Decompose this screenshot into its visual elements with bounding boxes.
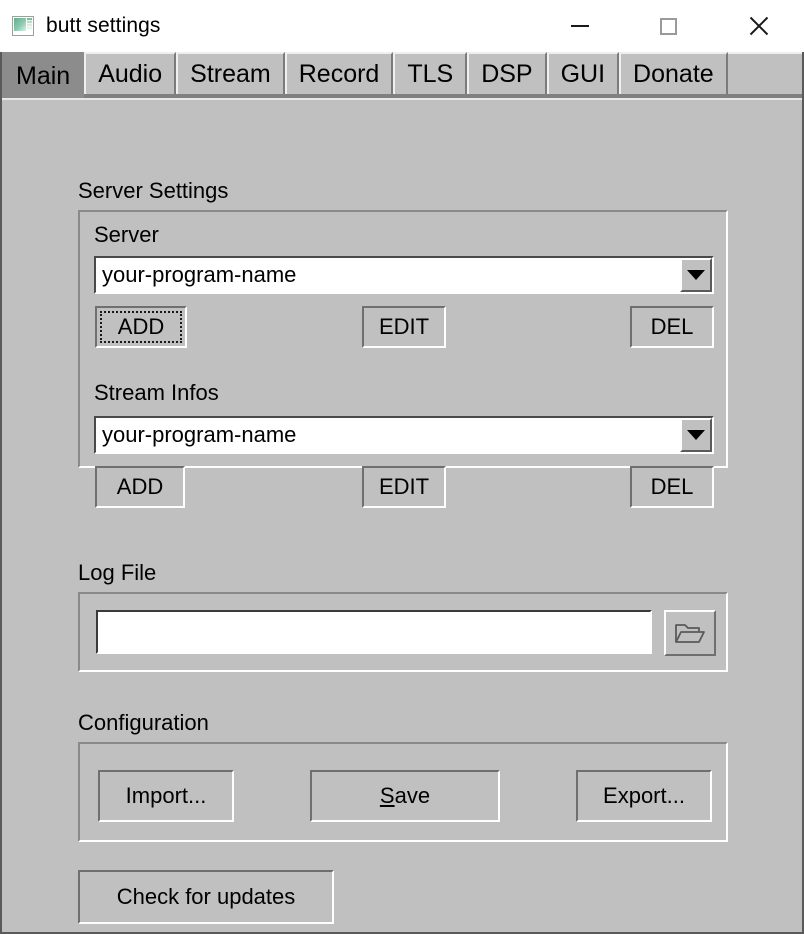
configuration-group: Import... Save Export... [78,742,728,842]
save-label-suffix: ave [394,783,431,808]
log-file-browse-button[interactable] [664,610,716,656]
stream-infos-edit-label: EDIT [378,474,430,499]
tab-label: Donate [633,59,714,88]
server-edit-button[interactable]: EDIT [362,306,446,348]
server-del-label: DEL [650,314,694,339]
save-label: Save [380,783,430,809]
stream-infos-add-label: ADD [116,474,164,499]
tab-donate[interactable]: Donate [619,52,728,94]
server-combobox-value: your-program-name [102,262,297,287]
window-title: butt settings [46,14,161,37]
stream-infos-del-button[interactable]: DEL [630,466,714,508]
tab-bar-filler [727,52,802,94]
tab-label: DSP [481,59,533,88]
configuration-label: Configuration [78,710,209,735]
close-icon [747,15,769,37]
app-window-icon [12,16,34,36]
panel-top-edge [2,98,802,102]
maximize-icon [659,17,677,35]
server-add-label: ADD [117,314,165,339]
server-settings-group: Server your-program-name ADD EDIT DEL St… [78,210,728,508]
server-del-button[interactable]: DEL [630,306,714,348]
server-settings-label: Server Settings [78,178,229,203]
stream-infos-del-label: DEL [650,474,694,499]
window-frame: Main Audio Stream Record TLS DSP GUI Don… [0,52,804,934]
stream-infos-add-button[interactable]: ADD [95,466,185,508]
maximize-button[interactable] [636,0,700,52]
log-file-label: Log File [78,560,157,585]
chevron-down-icon[interactable] [680,258,712,292]
tab-tls[interactable]: TLS [393,52,468,94]
stream-infos-combobox[interactable]: your-program-name [94,416,714,454]
server-label: Server [94,222,159,247]
tab-stream[interactable]: Stream [176,52,285,94]
tab-label: TLS [407,59,454,88]
tab-dsp[interactable]: DSP [467,52,547,94]
server-combobox[interactable]: your-program-name [94,256,714,294]
check-for-updates-label: Check for updates [116,884,296,909]
tab-gui[interactable]: GUI [546,52,620,94]
butt-settings-window: butt settings Main Audio Stream Record T… [0,0,804,934]
tab-label: GUI [560,59,606,88]
tab-label: Main [16,61,71,90]
stream-infos-label: Stream Infos [94,380,219,405]
log-file-group [78,592,728,672]
minimize-icon [571,25,589,27]
tab-audio[interactable]: Audio [84,52,177,94]
server-edit-label: EDIT [378,314,430,339]
tab-label: Stream [190,59,271,88]
tab-label: Record [298,59,380,88]
check-for-updates-button[interactable]: Check for updates [78,870,334,924]
minimize-button[interactable] [548,0,612,52]
stream-infos-combobox-value: your-program-name [102,422,297,447]
folder-open-icon [675,624,705,643]
tab-bar: Main Audio Stream Record TLS DSP GUI Don… [2,52,802,98]
tab-label: Audio [98,59,163,88]
import-label: Import... [125,783,207,808]
export-button[interactable]: Export... [576,770,712,822]
tab-record[interactable]: Record [284,52,394,94]
log-file-path-input[interactable] [96,610,652,654]
title-bar: butt settings [0,0,804,52]
close-button[interactable] [726,0,790,52]
chevron-down-icon[interactable] [680,418,712,452]
export-label: Export... [603,783,685,808]
stream-infos-edit-button[interactable]: EDIT [362,466,446,508]
server-add-button[interactable]: ADD [95,306,187,348]
tab-panel-main: Server Settings Server your-program-name… [2,98,802,930]
import-button[interactable]: Import... [98,770,234,822]
save-button[interactable]: Save [310,770,500,822]
tab-main[interactable]: Main [2,52,85,98]
save-accel-char: S [379,783,395,808]
